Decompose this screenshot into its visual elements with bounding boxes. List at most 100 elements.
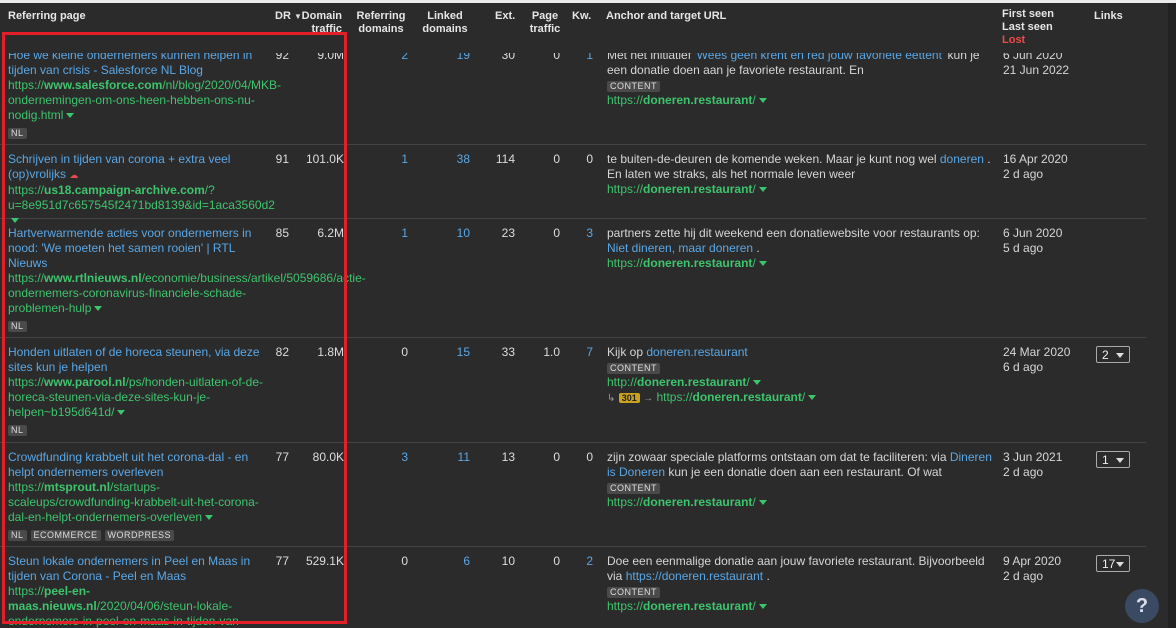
links-count-select[interactable]: 2 bbox=[1096, 346, 1130, 363]
chevron-down-icon[interactable] bbox=[205, 515, 214, 521]
anchor-post: . bbox=[763, 569, 770, 583]
col-links[interactable]: Links bbox=[1094, 10, 1123, 23]
page-url-link[interactable]: https://www.rtlnieuws.nl/economie/busine… bbox=[8, 271, 366, 316]
anchor-cell: partners zette hij dit weekend een donat… bbox=[607, 226, 993, 271]
redirect-url-link[interactable]: https://doneren.restaurant/ bbox=[656, 390, 817, 404]
anchor-post: . bbox=[753, 241, 760, 255]
page-title-link[interactable]: Hoe we kleine ondernemers kunnen helpen … bbox=[8, 53, 264, 78]
chevron-down-icon[interactable] bbox=[758, 187, 767, 193]
anchor-link[interactable]: Niet dineren, maar doneren bbox=[607, 241, 753, 255]
page-url-link[interactable]: https://www.parool.nl/ps/honden-uitlaten… bbox=[8, 375, 264, 420]
page-title-link[interactable]: Hartverwarmende acties voor ondernemers … bbox=[8, 226, 264, 271]
chevron-down-icon[interactable] bbox=[808, 395, 817, 401]
linked-domains-value[interactable]: 11 bbox=[430, 450, 470, 465]
page-url-link[interactable]: https://peel-en-maas.nieuws.nl/2020/04/0… bbox=[8, 584, 264, 628]
url-domain: mtsprout.nl bbox=[44, 480, 111, 494]
last-seen-value: 2 d ago bbox=[1003, 465, 1044, 479]
traffic-value: 9.0M bbox=[317, 53, 344, 62]
url-domain: www.salesforce.com bbox=[44, 78, 163, 92]
chevron-down-icon[interactable] bbox=[94, 306, 103, 312]
page-url-link[interactable]: https://www.salesforce.com/nl/blog/2020/… bbox=[8, 78, 281, 123]
col-linked-domains[interactable]: Linked domains bbox=[418, 10, 472, 36]
scrollbar[interactable] bbox=[1168, 3, 1176, 628]
chevron-down-icon[interactable] bbox=[758, 98, 767, 104]
url-domain: www.parool.nl bbox=[44, 375, 126, 389]
target-url-link[interactable]: https://doneren.restaurant/ bbox=[607, 599, 993, 614]
traffic-value: 101.0K bbox=[305, 152, 344, 166]
help-button[interactable]: ? bbox=[1125, 589, 1159, 623]
page-traffic-value: 0 bbox=[553, 53, 560, 62]
col-page-traffic[interactable]: Page traffic bbox=[524, 10, 566, 36]
ref-domains-value[interactable]: 1 bbox=[370, 226, 408, 241]
target-path: / bbox=[752, 256, 756, 270]
language-tag: NL bbox=[8, 425, 27, 436]
dr-value: 82 bbox=[275, 345, 289, 359]
page-traffic-value: 0 bbox=[553, 554, 560, 568]
ref-domains-value[interactable]: 3 bbox=[370, 450, 408, 465]
target-url-link[interactable]: http://doneren.restaurant/ bbox=[607, 375, 993, 390]
linked-domains-value[interactable]: 6 bbox=[430, 554, 470, 569]
target-url-link[interactable]: https://doneren.restaurant/ bbox=[607, 495, 993, 510]
col-last-seen[interactable]: Last seen bbox=[1002, 21, 1053, 34]
language-tag: NL bbox=[8, 321, 27, 332]
linked-domains-value[interactable]: 38 bbox=[430, 152, 470, 167]
links-count-select[interactable]: 17 bbox=[1096, 555, 1130, 572]
col-lost[interactable]: Lost bbox=[1002, 34, 1025, 47]
anchor-post: kun je een donatie doen aan een restaura… bbox=[665, 465, 942, 479]
kw-value[interactable]: 3 bbox=[572, 226, 593, 241]
anchor-link[interactable]: 'Wees geen krent en red jouw favoriete e… bbox=[694, 53, 944, 62]
chevron-down-icon[interactable] bbox=[66, 113, 75, 119]
col-domain-traffic[interactable]: Domain traffic bbox=[296, 10, 342, 36]
anchor-pre: zijn zowaar speciale platforms ontstaan … bbox=[607, 450, 950, 464]
page-title-link[interactable]: Steun lokale ondernemers in Peel en Maas… bbox=[8, 554, 264, 584]
col-first-seen[interactable]: First seen bbox=[1002, 8, 1054, 21]
target-url-link[interactable]: https://doneren.restaurant/ bbox=[607, 256, 993, 271]
linked-domains-value[interactable]: 19 bbox=[430, 53, 470, 63]
col-referring-page[interactable]: Referring page bbox=[8, 10, 86, 23]
page-url-link[interactable]: https://mtsprout.nl/startups-scaleups/cr… bbox=[8, 480, 264, 525]
page-traffic-value: 0 bbox=[553, 226, 560, 240]
page-traffic-value: 0 bbox=[553, 152, 560, 166]
chevron-down-icon[interactable] bbox=[117, 410, 126, 416]
ref-domains-value[interactable]: 2 bbox=[370, 53, 408, 63]
page-title-link[interactable]: Schrijven in tijden van corona + extra v… bbox=[8, 152, 264, 183]
page-title-link[interactable]: Honden uitlaten of de horeca steunen, vi… bbox=[8, 345, 264, 375]
seen-dates: 9 Apr 2020 2 d ago bbox=[1003, 554, 1061, 584]
kw-value[interactable]: 2 bbox=[572, 554, 593, 569]
col-referring-domains[interactable]: Referring domains bbox=[350, 10, 412, 36]
kw-value[interactable]: 1 bbox=[572, 53, 593, 63]
redirect-arrow-icon: ↳ bbox=[607, 393, 616, 404]
col-ext[interactable]: Ext. bbox=[495, 10, 515, 23]
traffic-value: 80.0K bbox=[312, 450, 344, 464]
target-url-link[interactable]: https://doneren.restaurant/ bbox=[607, 182, 993, 197]
last-seen-value: 21 Jun 2022 bbox=[1003, 63, 1070, 77]
ref-domains-value[interactable]: 1 bbox=[370, 152, 408, 167]
anchor-link[interactable]: https://doneren.restaurant bbox=[626, 569, 763, 583]
chevron-down-icon[interactable] bbox=[752, 380, 761, 386]
target-url-link[interactable]: https://doneren.restaurant/ bbox=[607, 93, 993, 108]
col-kw[interactable]: Kw. bbox=[572, 10, 591, 23]
seen-dates: 24 Mar 2020 6 d ago bbox=[1003, 345, 1070, 375]
last-seen-value: 2 d ago bbox=[1003, 167, 1044, 181]
page-title-link[interactable]: Crowdfunding krabbelt uit het corona-dal… bbox=[8, 450, 264, 480]
chevron-down-icon[interactable] bbox=[758, 261, 767, 267]
anchor-link[interactable]: doneren.restaurant bbox=[646, 345, 747, 359]
ext-value: 10 bbox=[501, 554, 515, 568]
col-anchor[interactable]: Anchor and target URL bbox=[606, 10, 726, 23]
linked-domains-value[interactable]: 15 bbox=[430, 345, 470, 360]
kw-value[interactable]: 7 bbox=[572, 345, 593, 360]
anchor-link[interactable]: doneren bbox=[940, 152, 984, 166]
target-domain: doneren.restaurant bbox=[643, 495, 753, 509]
links-count-select[interactable]: 1 bbox=[1096, 451, 1130, 468]
last-seen-value: 5 d ago bbox=[1003, 241, 1044, 255]
url-domain: www.rtlnieuws.nl bbox=[44, 271, 142, 285]
linked-domains-value[interactable]: 10 bbox=[430, 226, 470, 241]
referring-page-cell: Honden uitlaten of de horeca steunen, vi… bbox=[8, 345, 264, 437]
chevron-down-icon[interactable] bbox=[758, 500, 767, 506]
anchor-text: te buiten-de-deuren de komende weken. Ma… bbox=[607, 152, 993, 182]
first-seen-value: 6 Jun 2020 bbox=[1003, 53, 1063, 62]
target-prefix: http:// bbox=[607, 375, 638, 389]
traffic-value: 529.1K bbox=[305, 554, 344, 568]
chevron-down-icon[interactable] bbox=[758, 604, 767, 610]
first-seen-value: 9 Apr 2020 bbox=[1003, 554, 1062, 568]
